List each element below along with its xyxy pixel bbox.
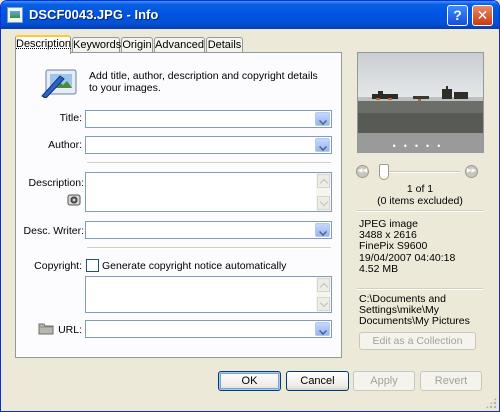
divider [357, 210, 483, 212]
spellcheck-icon[interactable] [67, 193, 81, 207]
ok-button[interactable]: OK [218, 371, 281, 391]
scroll-down-button[interactable] [317, 297, 330, 311]
preview-slider-track[interactable] [378, 171, 460, 173]
copyright-checkbox-label[interactable]: Generate copyright notice automatically [102, 260, 286, 272]
info-dialog: DSCF0043.JPG - Info ? ✕ Description Keyw… [0, 0, 500, 412]
resize-grip[interactable] [485, 397, 497, 409]
app-icon [7, 7, 23, 23]
file-path: C:\Documents and Settings\mike\My Docume… [359, 293, 470, 328]
tab-description[interactable]: Description [15, 35, 71, 54]
author-label: Author: [48, 139, 82, 151]
scroll-up-button[interactable] [317, 174, 330, 188]
preview-slider-thumb[interactable] [379, 164, 389, 180]
edit-as-collection-button[interactable]: Edit as a Collection [359, 332, 476, 350]
camera-model: FinePix S9600 [359, 240, 428, 253]
copyright-label: Copyright: [34, 260, 82, 272]
title-dropdown-button[interactable] [315, 112, 330, 126]
tab-keywords[interactable]: Keywords [72, 37, 121, 53]
desc-writer-dropdown-button[interactable] [315, 223, 330, 237]
copyright-checkbox[interactable] [86, 259, 99, 272]
url-dropdown-button[interactable] [315, 322, 330, 336]
author-field[interactable] [85, 136, 332, 154]
description-panel: Add title, author, description and copyr… [15, 52, 342, 358]
previous-image-icon[interactable]: ◀◀ [356, 165, 369, 178]
image-counter: 1 of 1 [406, 183, 434, 195]
close-button[interactable]: ✕ [472, 5, 493, 26]
title-bar[interactable]: DSCF0043.JPG - Info ? ✕ [1, 1, 499, 29]
divider [357, 288, 483, 290]
tab-details[interactable]: Details [206, 37, 243, 53]
url-field[interactable] [85, 320, 332, 338]
divider [87, 247, 331, 249]
copyright-textarea[interactable] [85, 276, 332, 313]
url-label: URL: [58, 324, 82, 336]
desc-writer-field[interactable] [85, 221, 332, 239]
tab-advanced[interactable]: Advanced [154, 37, 205, 53]
preview-page-dots: ••••• [392, 141, 449, 151]
description-scrollbar[interactable] [316, 173, 331, 211]
header-description: Add title, author, description and copyr… [89, 70, 318, 94]
author-dropdown-button[interactable] [315, 138, 330, 152]
tab-origin[interactable]: Origin [121, 37, 153, 53]
next-image-icon[interactable]: ▶▶ [465, 165, 478, 178]
file-size: 4.52 MB [359, 262, 399, 275]
path-line: Documents\My Pictures [359, 315, 470, 328]
title-label: Title: [59, 112, 82, 124]
divider [87, 162, 331, 164]
copyright-scrollbar[interactable] [316, 277, 331, 312]
window-title: DSCF0043.JPG - Info [29, 7, 159, 22]
scroll-down-button[interactable] [317, 196, 330, 210]
revert-button[interactable]: Revert [420, 371, 482, 391]
excluded-count: (0 items excluded) [377, 195, 463, 207]
image-preview: ••••• [357, 52, 484, 153]
desc-writer-label: Desc. Writer: [23, 225, 84, 237]
description-edit-icon [41, 69, 77, 98]
photo-thumbnail [358, 53, 483, 133]
cancel-button[interactable]: Cancel [286, 371, 349, 391]
apply-button[interactable]: Apply [353, 371, 415, 391]
help-button[interactable]: ? [447, 5, 468, 26]
description-textarea[interactable] [85, 172, 332, 212]
preview-navigator: ◀◀ ▶▶ [356, 163, 486, 181]
description-label: Description: [28, 177, 84, 189]
scroll-up-button[interactable] [317, 278, 330, 292]
file-info: JPEG image 3488 x 2616 FinePix S9600 19/… [359, 218, 455, 275]
title-field[interactable] [85, 110, 332, 128]
